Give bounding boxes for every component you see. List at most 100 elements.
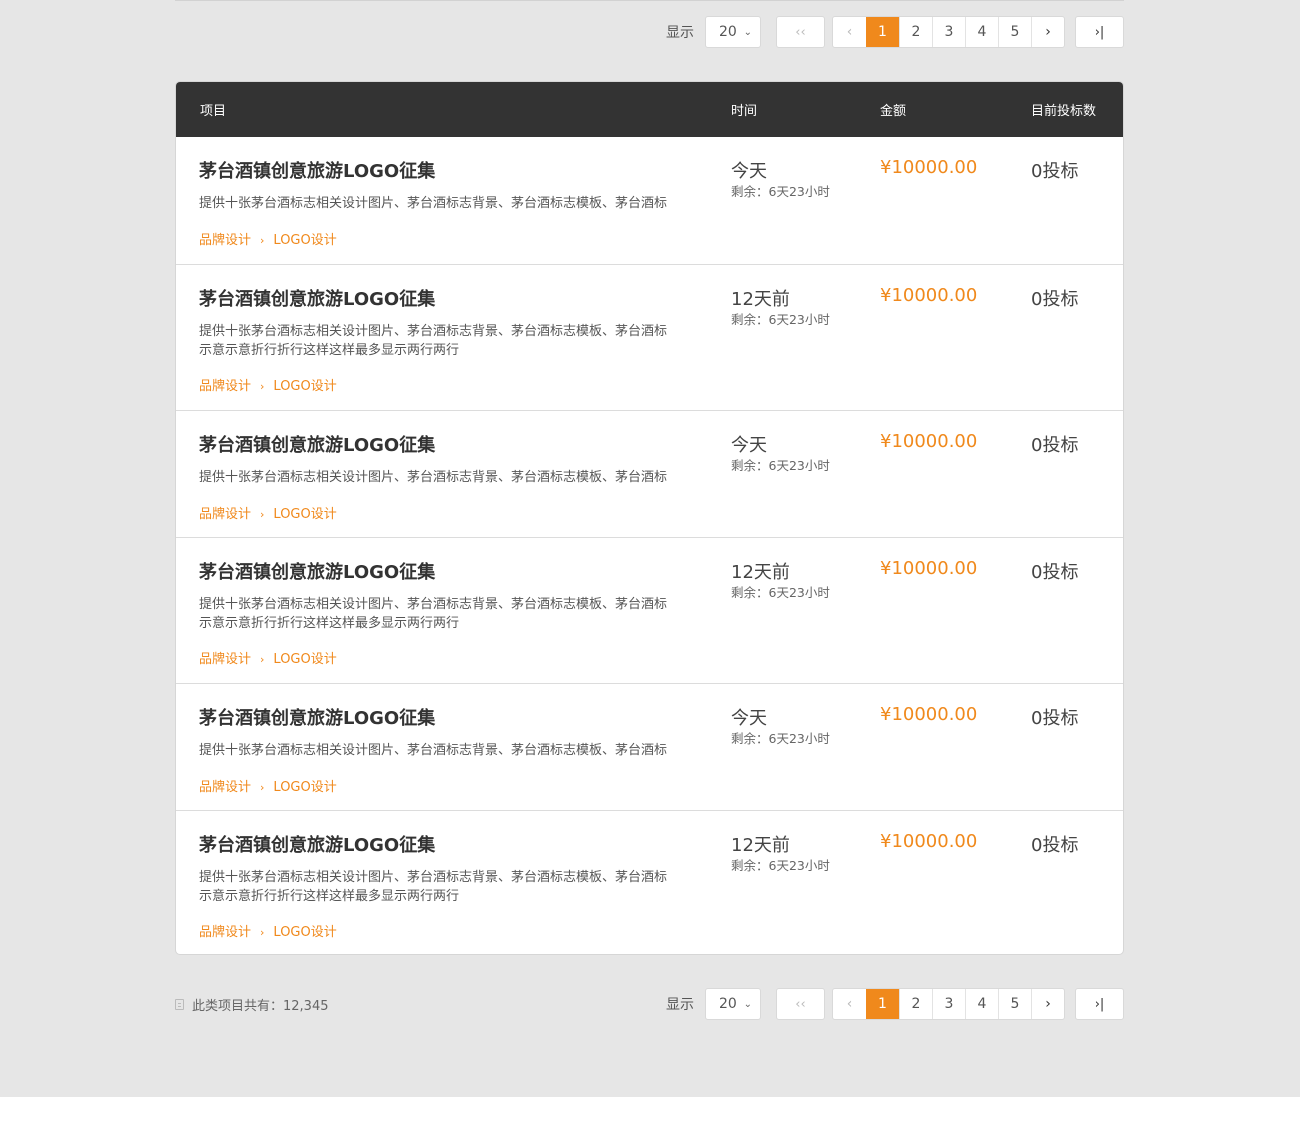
next-page-button[interactable]: › xyxy=(1031,17,1064,47)
remaining-time: 剩余：6天23小时 xyxy=(731,585,830,600)
category-breadcrumb: 品牌设计 › LOGO设计 xyxy=(199,648,337,667)
page-size-value: 20 xyxy=(719,24,737,40)
publish-time: 12天前 xyxy=(731,562,790,583)
total-count: 此类项目共有：12,345 xyxy=(175,995,329,1014)
table-row[interactable]: 茅台酒镇创意旅游LOGO征集 提供十张茅台酒标志相关设计图片、茅台酒标志背景、茅… xyxy=(176,684,1123,811)
table-row[interactable]: 茅台酒镇创意旅游LOGO征集 提供十张茅台酒标志相关设计图片、茅台酒标志背景、茅… xyxy=(176,137,1123,265)
bid-count: 0投标 xyxy=(1031,708,1079,729)
publish-time: 今天 xyxy=(731,435,767,456)
page-size-select[interactable]: 20 ⌄ xyxy=(705,16,761,48)
amount: ¥10000.00 xyxy=(880,704,978,725)
page-button-3[interactable]: 3 xyxy=(932,17,965,47)
top-divider xyxy=(175,0,1124,1)
publish-time: 12天前 xyxy=(731,835,790,856)
table-row[interactable]: 茅台酒镇创意旅游LOGO征集 提供十张茅台酒标志相关设计图片、茅台酒标志背景、茅… xyxy=(176,811,1123,954)
chevron-right-icon: › xyxy=(260,508,265,521)
bid-count: 0投标 xyxy=(1031,435,1079,456)
chevron-right-icon: › xyxy=(260,781,265,794)
publish-time: 今天 xyxy=(731,708,767,729)
bid-count: 0投标 xyxy=(1031,161,1079,182)
remaining-time: 剩余：6天23小时 xyxy=(731,458,830,473)
bid-count: 0投标 xyxy=(1031,562,1079,583)
double-chevron-left-icon: ‹‹ xyxy=(795,24,806,40)
page-button-5[interactable]: 5 xyxy=(998,17,1031,47)
publish-time: 12天前 xyxy=(731,289,790,310)
amount: ¥10000.00 xyxy=(880,285,978,306)
project-description: 提供十张茅台酒标志相关设计图片、茅台酒标志背景、茅台酒标志模板、茅台酒标 xyxy=(199,470,668,485)
page-size-select[interactable]: 20 ⌄ xyxy=(705,988,761,1020)
header-bids: 目前投标数 xyxy=(1031,104,1097,119)
category-link[interactable]: 品牌设计 xyxy=(199,652,251,667)
pagination-top: 显示 20 ⌄ ‹‹ ‹ 1 2 3 4 5 › ›| xyxy=(666,15,1124,49)
category-link[interactable]: 品牌设计 xyxy=(199,507,251,522)
category-link[interactable]: 品牌设计 xyxy=(199,925,251,940)
skip-to-end-icon: ›| xyxy=(1094,24,1105,40)
project-title[interactable]: 茅台酒镇创意旅游LOGO征集 xyxy=(199,558,435,584)
project-title[interactable]: 茅台酒镇创意旅游LOGO征集 xyxy=(199,704,435,730)
page-button-2[interactable]: 2 xyxy=(899,989,932,1019)
table-row[interactable]: 茅台酒镇创意旅游LOGO征集 提供十张茅台酒标志相关设计图片、茅台酒标志背景、茅… xyxy=(176,538,1123,684)
table-header: 项目 时间 金额 目前投标数 xyxy=(176,82,1123,137)
first-page-button[interactable]: ‹‹ xyxy=(776,16,825,48)
category-link[interactable]: 品牌设计 xyxy=(199,780,251,795)
chevron-right-icon: › xyxy=(260,653,265,666)
show-label: 显示 xyxy=(666,25,694,41)
subcategory-link[interactable]: LOGO设计 xyxy=(273,780,336,795)
chevron-left-icon: ‹ xyxy=(846,996,853,1012)
page-size-value: 20 xyxy=(719,996,737,1012)
remaining-time: 剩余：6天23小时 xyxy=(731,184,830,199)
pagination-bottom: 显示 20 ⌄ ‹‹ ‹ 1 2 3 4 5 › ›| xyxy=(666,987,1124,1021)
subcategory-link[interactable]: LOGO设计 xyxy=(273,379,336,394)
project-title[interactable]: 茅台酒镇创意旅游LOGO征集 xyxy=(199,431,435,457)
remaining-time: 剩余：6天23小时 xyxy=(731,312,830,327)
page-button-1[interactable]: 1 xyxy=(866,17,899,47)
double-chevron-left-icon: ‹‹ xyxy=(795,996,806,1012)
prev-page-button[interactable]: ‹ xyxy=(833,989,866,1019)
category-breadcrumb: 品牌设计 › LOGO设计 xyxy=(199,921,337,940)
amount: ¥10000.00 xyxy=(880,157,978,178)
remaining-time: 剩余：6天23小时 xyxy=(731,731,830,746)
page-number-group: ‹ 1 2 3 4 5 › xyxy=(832,988,1065,1020)
page-button-4[interactable]: 4 xyxy=(965,17,998,47)
table-row[interactable]: 茅台酒镇创意旅游LOGO征集 提供十张茅台酒标志相关设计图片、茅台酒标志背景、茅… xyxy=(176,411,1123,538)
chevron-right-icon: › xyxy=(1045,996,1051,1012)
prev-page-button[interactable]: ‹ xyxy=(833,17,866,47)
last-page-button[interactable]: ›| xyxy=(1075,988,1124,1020)
chevron-left-icon: ‹ xyxy=(846,24,853,40)
amount: ¥10000.00 xyxy=(880,831,978,852)
last-page-button[interactable]: ›| xyxy=(1075,16,1124,48)
chevron-down-icon: ⌄ xyxy=(743,26,752,38)
project-title[interactable]: 茅台酒镇创意旅游LOGO征集 xyxy=(199,157,435,183)
subcategory-link[interactable]: LOGO设计 xyxy=(273,652,336,667)
project-description: 提供十张茅台酒标志相关设计图片、茅台酒标志背景、茅台酒标志模板、茅台酒标示意示意… xyxy=(199,597,668,631)
subcategory-link[interactable]: LOGO设计 xyxy=(273,507,336,522)
category-link[interactable]: 品牌设计 xyxy=(199,233,251,248)
chevron-down-icon: ⌄ xyxy=(743,998,752,1010)
chevron-right-icon: › xyxy=(260,926,265,939)
next-page-button[interactable]: › xyxy=(1031,989,1064,1019)
subcategory-link[interactable]: LOGO设计 xyxy=(273,925,336,940)
skip-to-end-icon: ›| xyxy=(1094,996,1105,1012)
chevron-right-icon: › xyxy=(260,380,265,393)
project-description: 提供十张茅台酒标志相关设计图片、茅台酒标志背景、茅台酒标志模板、茅台酒标示意示意… xyxy=(199,870,668,904)
project-table: 项目 时间 金额 目前投标数 茅台酒镇创意旅游LOGO征集 提供十张茅台酒标志相… xyxy=(175,81,1124,955)
first-page-button[interactable]: ‹‹ xyxy=(776,988,825,1020)
page-button-4[interactable]: 4 xyxy=(965,989,998,1019)
header-amount: 金额 xyxy=(880,104,907,119)
category-link[interactable]: 品牌设计 xyxy=(199,379,251,394)
page-button-5[interactable]: 5 xyxy=(998,989,1031,1019)
project-description: 提供十张茅台酒标志相关设计图片、茅台酒标志背景、茅台酒标志模板、茅台酒标 xyxy=(199,196,668,211)
amount: ¥10000.00 xyxy=(880,431,978,452)
chevron-right-icon: › xyxy=(1045,24,1051,40)
header-project: 项目 xyxy=(200,104,227,119)
project-title[interactable]: 茅台酒镇创意旅游LOGO征集 xyxy=(199,831,435,857)
page-button-3[interactable]: 3 xyxy=(932,989,965,1019)
category-breadcrumb: 品牌设计 › LOGO设计 xyxy=(199,776,337,795)
category-breadcrumb: 品牌设计 › LOGO设计 xyxy=(199,503,337,522)
page-button-2[interactable]: 2 xyxy=(899,17,932,47)
remaining-time: 剩余：6天23小时 xyxy=(731,858,830,873)
table-row[interactable]: 茅台酒镇创意旅游LOGO征集 提供十张茅台酒标志相关设计图片、茅台酒标志背景、茅… xyxy=(176,265,1123,411)
subcategory-link[interactable]: LOGO设计 xyxy=(273,233,336,248)
page-button-1[interactable]: 1 xyxy=(866,989,899,1019)
project-title[interactable]: 茅台酒镇创意旅游LOGO征集 xyxy=(199,285,435,311)
